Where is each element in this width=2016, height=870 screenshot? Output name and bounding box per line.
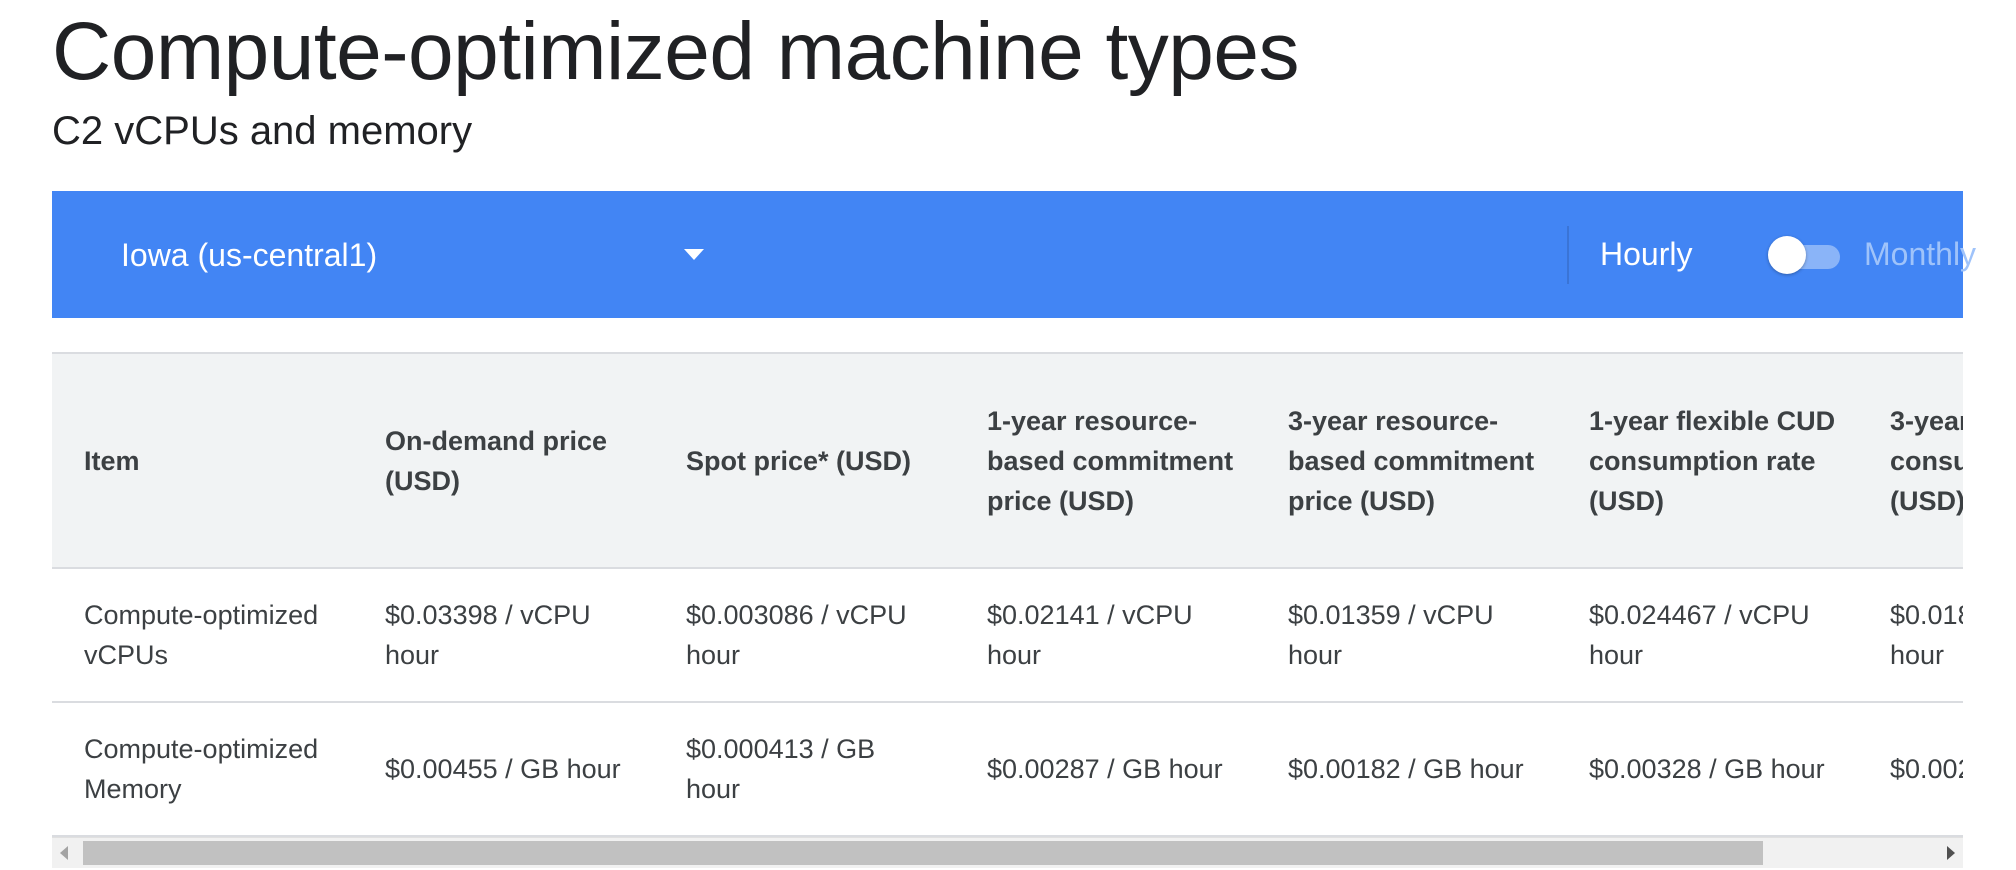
column-header-spot: Spot price* (USD) (654, 354, 955, 569)
pricing-toolbar: Iowa (us-central1) Hourly Monthly (52, 191, 1976, 318)
toggle-knob[interactable] (1768, 236, 1806, 274)
table-row: Compute-optimized Memory $0.00455 / GB h… (52, 702, 1963, 837)
table-cell: $0.000413 / GB hour (654, 702, 955, 837)
column-header-3yr-flexible: 3-year flexible CUD consumption rate (US… (1858, 354, 1963, 569)
table-header-row: Item On-demand price (USD) Spot price* (… (52, 354, 1963, 569)
table-cell: $0.00455 / GB hour (353, 702, 654, 837)
table-cell: Compute-optimized Memory (52, 702, 353, 837)
table-cell: $0.003086 / vCPU hour (654, 568, 955, 703)
column-header-1yr-flexible: 1-year flexible CUD consumption rate (US… (1557, 354, 1858, 569)
toolbar-divider (1567, 226, 1569, 284)
caret-down-icon[interactable] (684, 249, 704, 260)
pricing-table: Item On-demand price (USD) Spot price* (… (52, 354, 1963, 837)
arrow-right-icon[interactable] (1947, 846, 1955, 860)
scrollbar-thumb[interactable] (83, 841, 1763, 865)
table-cell: Compute-optimized vCPUs (52, 568, 353, 703)
column-header-1yr-resource: 1-year resource-based commitment price (… (955, 354, 1256, 569)
column-header-3yr-resource: 3-year resource-based commitment price (… (1256, 354, 1557, 569)
table-cell: $0.002… hour (1858, 702, 1963, 837)
hourly-option[interactable]: Hourly (1600, 191, 1692, 318)
region-select[interactable]: Iowa (us-central1) (121, 191, 721, 318)
table-cell: $0.02141 / vCPU hour (955, 568, 1256, 703)
column-header-on-demand: On-demand price (USD) (353, 354, 654, 569)
table-cell: $0.03398 / vCPU hour (353, 568, 654, 703)
column-header-item: Item (52, 354, 353, 569)
billing-period-toggle[interactable] (1768, 236, 1840, 274)
table-cell: $0.01359 / vCPU hour (1256, 568, 1557, 703)
monthly-option[interactable]: Monthly (1864, 191, 1976, 318)
region-select-label: Iowa (us-central1) (121, 236, 378, 273)
pricing-table-container: Item On-demand price (USD) Spot price* (… (52, 352, 1963, 839)
horizontal-scrollbar[interactable] (52, 837, 1963, 868)
page-subtitle: C2 vCPUs and memory (52, 109, 473, 153)
page-title: Compute-optimized machine types (52, 6, 1299, 97)
table-cell: $0.018… vCPU hour (1858, 568, 1963, 703)
table-cell: $0.00287 / GB hour (955, 702, 1256, 837)
table-cell: $0.00328 / GB hour (1557, 702, 1858, 837)
table-row: Compute-optimized vCPUs $0.03398 / vCPU … (52, 568, 1963, 703)
table-cell: $0.024467 / vCPU hour (1557, 568, 1858, 703)
table-cell: $0.00182 / GB hour (1256, 702, 1557, 837)
arrow-left-icon[interactable] (60, 846, 68, 860)
